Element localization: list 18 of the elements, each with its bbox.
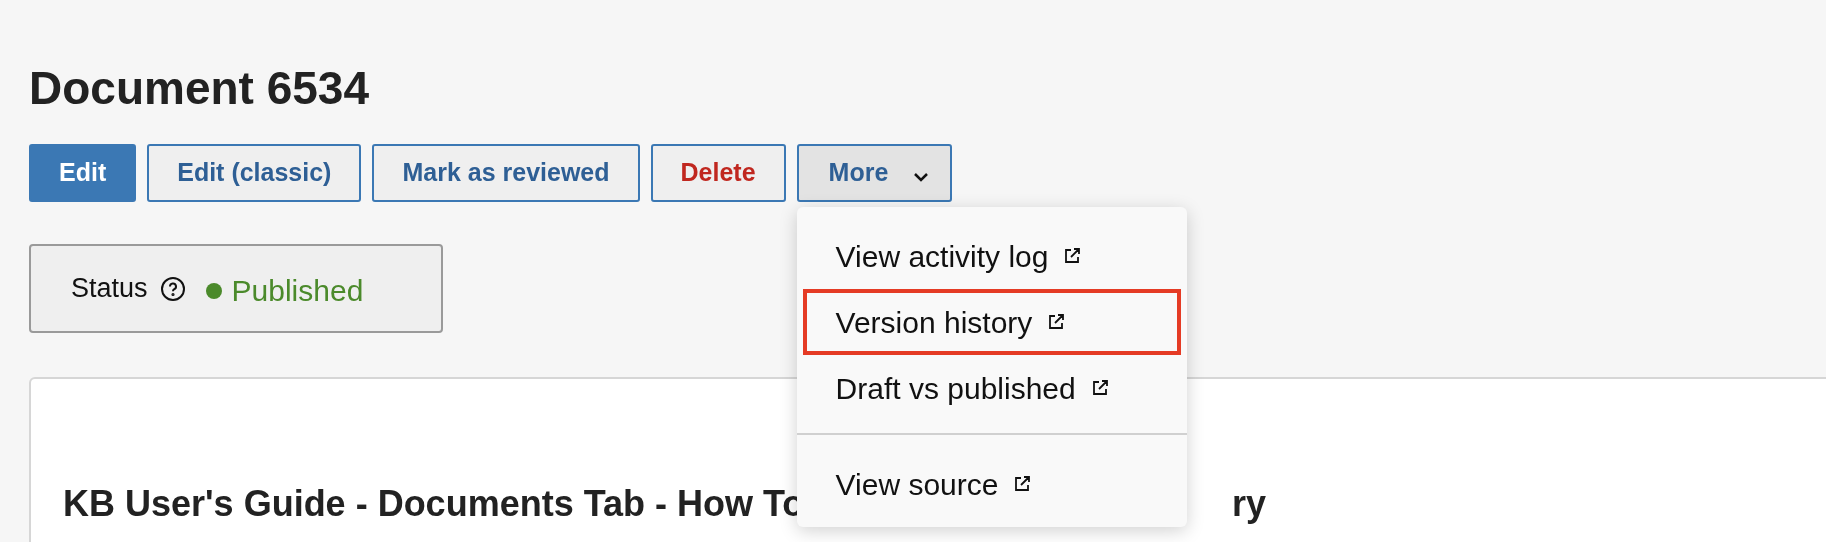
- card-heading: ry: [1232, 482, 1267, 526]
- menu-item[interactable]: Draft vs published: [802, 355, 1181, 421]
- menu-item[interactable]: Version history: [802, 289, 1181, 355]
- menu-item[interactable]: View activity log: [802, 223, 1181, 289]
- status-value: Published: [231, 273, 364, 309]
- more-dropdown-button[interactable]: More: [796, 144, 953, 202]
- external-link-icon: [1062, 246, 1083, 266]
- page-title: Document 6534: [29, 62, 369, 114]
- external-link-icon: [1046, 312, 1067, 332]
- action-button[interactable]: Edit: [29, 144, 137, 202]
- action-button[interactable]: Mark as reviewed: [372, 144, 640, 202]
- external-link-icon: [1012, 474, 1033, 494]
- help-icon: [159, 275, 186, 302]
- action-button[interactable]: Delete: [650, 144, 786, 202]
- status-label: Status: [71, 272, 148, 306]
- menu-item[interactable]: View source: [802, 451, 1181, 517]
- chevron-down-icon: [912, 171, 931, 183]
- action-button[interactable]: Edit (classic): [147, 144, 362, 202]
